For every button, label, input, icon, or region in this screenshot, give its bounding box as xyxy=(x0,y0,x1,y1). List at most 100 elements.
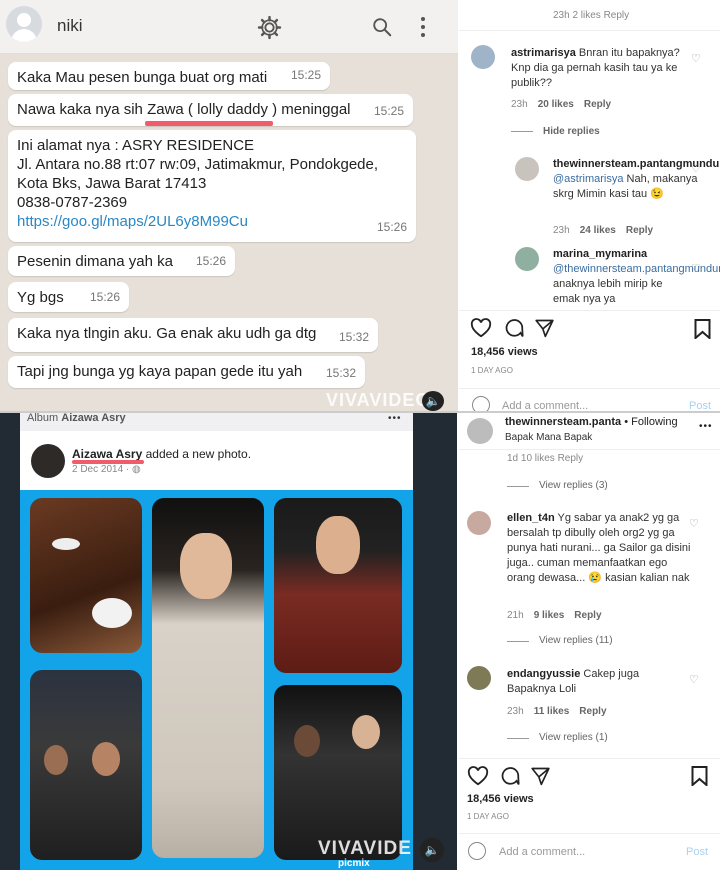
message-line: Ini alamat nya : ASRY RESIDENCE xyxy=(17,137,255,154)
like-heart-icon[interactable]: ♡ xyxy=(691,262,701,275)
add-comment-input[interactable]: Add a comment... xyxy=(499,846,585,858)
message-time: 15:26 xyxy=(195,254,226,268)
album-label: Album Aizawa Asry xyxy=(27,413,126,424)
message-line: 0838-0787-2369 xyxy=(17,194,128,211)
reply-button[interactable]: Reply xyxy=(584,99,611,110)
contact-name[interactable]: niki xyxy=(57,16,83,36)
comment-time: 23h xyxy=(553,225,570,236)
more-options-icon[interactable] xyxy=(418,15,428,39)
comment-username[interactable]: endangyussie xyxy=(507,668,580,680)
comment-icon[interactable] xyxy=(503,318,524,339)
bookmark-icon[interactable] xyxy=(691,766,708,786)
collage-photo-man-sweater[interactable] xyxy=(152,498,264,858)
chat-message[interactable]: Pesenin dimana yah ka 15:26 xyxy=(8,246,235,276)
like-heart-icon[interactable]: ♡ xyxy=(689,673,699,686)
collage-photo-man-red-shirt[interactable] xyxy=(274,498,402,673)
share-icon[interactable] xyxy=(530,766,551,786)
message-time: 15:32 xyxy=(325,366,356,380)
globe-icon: ◍ xyxy=(132,464,141,475)
hide-replies-button[interactable]: Hide replies xyxy=(543,126,600,137)
comment: marina_mymarina @thewinnersteam.pantangmu… xyxy=(553,247,720,307)
message-line: Kota Bks, Jawa Barat 17413 xyxy=(17,175,207,192)
maps-link[interactable]: https://goo.gl/maps/2UL6y8M99Cu xyxy=(17,212,407,231)
user-avatar-small xyxy=(472,396,490,411)
partial-comment-meta: 23h 2 likes Reply xyxy=(553,10,630,21)
comment-meta: 21h 9 likes Reply xyxy=(507,610,602,621)
comment-username[interactable]: marina_mymarina xyxy=(553,248,647,260)
post-button[interactable]: Post xyxy=(686,846,708,858)
user-avatar[interactable] xyxy=(515,247,539,271)
album-name[interactable]: Aizawa Asry xyxy=(61,413,125,424)
message-time: 15:32 xyxy=(338,330,369,344)
comment-time: 21h xyxy=(507,610,524,621)
like-heart-icon[interactable]: ♡ xyxy=(691,162,701,175)
facebook-album-panel: Album Aizawa Asry ••• Aizawa Asry added … xyxy=(0,413,457,870)
reply-button[interactable]: Reply xyxy=(574,610,601,621)
like-heart-icon[interactable]: ♡ xyxy=(689,517,699,530)
whatsapp-chat-panel: niki Kaka Mau pesen bunga buat org mati … xyxy=(0,0,458,411)
chat-message[interactable]: Yg bgs 15:26 xyxy=(8,282,129,312)
poster-avatar[interactable] xyxy=(31,444,65,478)
chat-message[interactable]: Kaka Mau pesen bunga buat org mati 15:25 xyxy=(8,62,330,90)
photo-collage[interactable] xyxy=(20,490,413,870)
view-replies-button[interactable]: View replies (1) xyxy=(539,732,608,743)
more-options-icon[interactable]: ••• xyxy=(388,413,402,424)
chat-message[interactable]: Kaka nya tlngin aku. Ga enak aku udh ga … xyxy=(8,318,378,352)
search-icon[interactable] xyxy=(371,16,393,38)
view-replies-button[interactable]: View replies (3) xyxy=(539,480,608,491)
message-time: 15:26 xyxy=(376,220,407,234)
chat-message[interactable]: Ini alamat nya : ASRY RESIDENCE Jl. Anta… xyxy=(8,130,416,242)
user-avatar[interactable] xyxy=(471,45,495,69)
speaker-icon[interactable]: 🔈 xyxy=(422,391,444,411)
comment-mention[interactable]: @astrimarisya xyxy=(553,173,623,185)
comment-meta: 23h 20 likes Reply xyxy=(511,99,611,110)
comment-meta: 23h 24 likes Reply xyxy=(553,225,653,236)
post-button[interactable]: Post xyxy=(689,400,711,411)
comment: ellen_t4n Yg sabar ya anak2 yg ga bersal… xyxy=(507,511,691,586)
message-text: Tapi jng bunga yg kaya papan gede itu ya… xyxy=(17,363,303,380)
account-avatar[interactable] xyxy=(467,418,493,444)
comment-likes[interactable]: 24 likes xyxy=(580,225,616,236)
comment-likes[interactable]: 11 likes xyxy=(534,706,570,717)
poster-name[interactable]: Aizawa Asry xyxy=(72,447,142,461)
post-subtitle: Bapak Mana Bapak xyxy=(505,432,593,443)
chat-message[interactable]: Tapi jng bunga yg kaya papan gede itu ya… xyxy=(8,356,365,388)
comment: thewinnersteam.pantangmundur @astrimarisy… xyxy=(553,157,720,202)
red-underline-annotation xyxy=(145,121,273,126)
share-icon[interactable] xyxy=(534,318,555,338)
comment-time: 23h xyxy=(511,99,528,110)
collage-photo-two-men[interactable] xyxy=(274,685,402,860)
user-avatar[interactable] xyxy=(467,511,491,535)
vivavideo-watermark: VIVAVIDEO xyxy=(326,390,431,410)
comment-username[interactable]: astrimarisya xyxy=(511,47,576,59)
more-options-icon[interactable]: ••• xyxy=(699,421,713,432)
post-date: 1 DAY AGO xyxy=(471,366,513,375)
comment: astrimarisya Bnran itu bapaknya? Knp dia… xyxy=(511,46,701,91)
reply-button[interactable]: Reply xyxy=(626,225,653,236)
reply-button[interactable]: Reply xyxy=(579,706,606,717)
header-username[interactable]: thewinnersteam.panta xyxy=(505,416,621,428)
like-heart-icon[interactable] xyxy=(467,766,489,786)
collage-photo-group[interactable] xyxy=(30,670,142,860)
user-avatar[interactable] xyxy=(515,157,539,181)
speaker-icon[interactable]: 🔈 xyxy=(420,838,444,862)
message-time: 15:26 xyxy=(89,290,120,304)
like-heart-icon[interactable] xyxy=(470,318,492,338)
post-title: Aizawa Asry added a new photo. xyxy=(72,447,251,461)
message-time: 15:25 xyxy=(290,68,321,82)
comment-meta: 23h 11 likes Reply xyxy=(507,706,607,717)
comment-likes[interactable]: 20 likes xyxy=(538,99,574,110)
settings-gear-icon[interactable] xyxy=(257,15,282,40)
like-heart-icon[interactable]: ♡ xyxy=(691,52,701,65)
contact-avatar[interactable] xyxy=(6,6,42,42)
view-replies-button[interactable]: View replies (11) xyxy=(539,635,613,646)
following-label[interactable]: • Following xyxy=(621,416,677,428)
chat-header: niki xyxy=(0,0,458,54)
bookmark-icon[interactable] xyxy=(694,319,711,339)
collage-photo-table[interactable] xyxy=(30,498,142,653)
add-comment-input[interactable]: Add a comment... xyxy=(502,400,588,411)
comment-username[interactable]: ellen_t4n xyxy=(507,512,555,524)
comment-icon[interactable] xyxy=(499,766,520,787)
user-avatar[interactable] xyxy=(467,666,491,690)
comment-likes[interactable]: 9 likes xyxy=(534,610,565,621)
